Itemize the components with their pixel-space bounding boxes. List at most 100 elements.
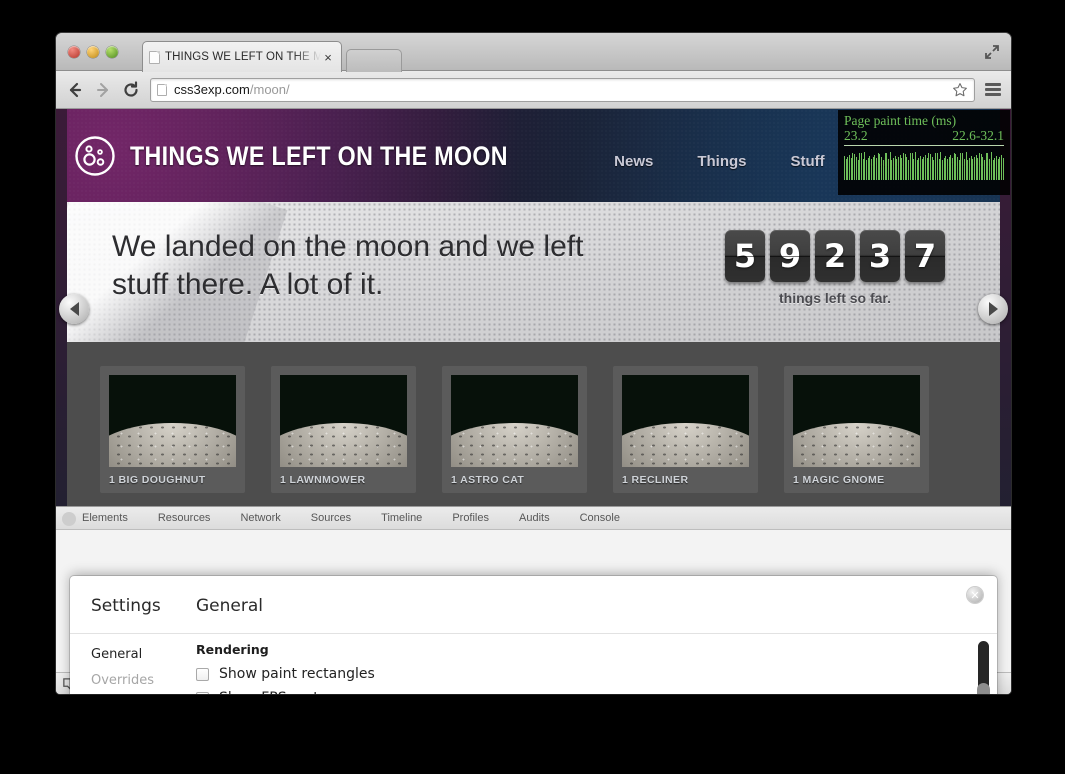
address-bar-url: css3exp.com/moon/ <box>174 82 290 97</box>
paint-graph-bar <box>1002 158 1004 180</box>
paint-graph-bar <box>995 156 997 180</box>
settings-panel-title: General <box>196 596 263 616</box>
paint-graph-bar <box>869 156 870 180</box>
paint-graph-bar <box>847 157 849 180</box>
counter-digit-1: 9 <box>770 230 810 282</box>
checkbox-show-fps-meter[interactable] <box>196 691 209 694</box>
paint-graph-bar <box>908 160 909 180</box>
carousel-card[interactable]: 1 RECLINER <box>613 366 758 493</box>
hero-banner: We landed on the moon and we left stuff … <box>67 202 1000 342</box>
paint-graph-bar <box>891 160 892 180</box>
carousel-prev-button[interactable] <box>59 294 89 324</box>
browser-menu-button[interactable] <box>985 83 1001 96</box>
paint-widget-title: Page paint time (ms) <box>844 113 957 128</box>
paint-graph-bar <box>992 160 994 180</box>
checkbox-show-paint-rectangles[interactable] <box>196 667 209 681</box>
things-counter: 59237 things left so far. <box>725 230 945 306</box>
close-icon[interactable]: × <box>321 51 335 64</box>
nav-item-news[interactable]: News <box>614 153 653 170</box>
paint-graph-bar <box>938 159 940 180</box>
paint-graph-bar <box>906 157 908 180</box>
paint-graph-bar <box>919 156 921 180</box>
scrollbar-grip[interactable] <box>977 683 990 694</box>
paint-graph-bar <box>935 153 936 180</box>
settings-header: Settings General ✕ <box>70 576 997 633</box>
paint-graph-bar <box>953 153 955 180</box>
paint-graph-bar <box>958 160 960 180</box>
devtools-dock-button[interactable] <box>62 512 76 526</box>
carousel-card[interactable]: 1 MAGIC GNOME <box>784 366 929 493</box>
devtools-tab[interactable]: Sources <box>311 512 351 524</box>
devtools-tab[interactable]: Resources <box>158 512 211 524</box>
paint-graph-bar <box>887 159 889 180</box>
paint-graph-bar <box>946 159 948 180</box>
paint-graph-bar <box>904 154 906 180</box>
paint-graph-bar <box>933 160 935 180</box>
address-bar[interactable]: css3exp.com/moon/ <box>150 77 975 102</box>
counter-digit-2: 2 <box>815 230 855 282</box>
paint-widget-current: 23.2 <box>844 128 868 143</box>
paint-graph-bar <box>984 160 985 180</box>
close-icon[interactable]: ✕ <box>967 587 983 603</box>
close-window-button[interactable] <box>68 46 80 58</box>
devtools-tab[interactable]: Profiles <box>452 512 489 524</box>
paint-graph-bar <box>950 155 951 180</box>
devtools-tab[interactable]: Network <box>240 512 280 524</box>
paint-graph-bar <box>854 154 855 180</box>
paint-time-graph <box>844 150 1004 180</box>
new-tab-button[interactable] <box>346 49 402 72</box>
option-show-fps-meter[interactable]: Show FPS meter <box>196 690 963 694</box>
page-paint-time-widget: Page paint time (ms) 23.2 22.6-32.1 <box>838 110 1010 195</box>
paint-graph-bar <box>860 153 862 180</box>
paint-graph-bar <box>987 153 989 180</box>
settings-content: Rendering Show paint rectangles Show FPS… <box>196 642 963 694</box>
paint-graph-bar <box>970 156 972 180</box>
carousel-next-button[interactable] <box>978 294 1008 324</box>
forward-button[interactable] <box>94 81 112 99</box>
paint-graph-bar <box>913 159 914 180</box>
fullscreen-icon[interactable] <box>983 43 1001 61</box>
carousel-card[interactable]: 1 ASTRO CAT <box>442 366 587 493</box>
paint-graph-bar <box>990 152 992 180</box>
paint-graph-bar <box>931 157 933 180</box>
back-button[interactable] <box>66 81 84 99</box>
paint-graph-bar <box>952 158 953 180</box>
option-show-paint-rectangles[interactable]: Show paint rectangles <box>196 666 963 682</box>
paint-graph-bar <box>921 159 923 180</box>
nav-item-stuff[interactable]: Stuff <box>791 153 825 170</box>
carousel-card[interactable]: 1 BIG DOUGHNUT <box>100 366 245 493</box>
reload-button[interactable] <box>122 80 140 99</box>
bookmark-star-icon[interactable] <box>952 82 968 98</box>
devtools-tab[interactable]: Audits <box>519 512 550 524</box>
browser-tabstrip: THINGS WE LEFT ON THE M × <box>56 33 1011 72</box>
devtools-tab[interactable]: Elements <box>82 512 128 524</box>
paint-graph-bar <box>972 159 973 180</box>
paint-graph-bar <box>940 152 941 180</box>
maximize-window-button[interactable] <box>106 46 118 58</box>
settings-tab-overrides[interactable]: Overrides <box>91 668 187 694</box>
url-path: /moon/ <box>249 82 290 97</box>
paint-graph-bar <box>930 154 931 180</box>
moon-surface <box>793 423 920 467</box>
paint-graph-bar <box>979 153 980 180</box>
devtools-tab[interactable]: Console <box>580 512 620 524</box>
paint-graph-bar <box>957 157 958 180</box>
option-label: Show paint rectangles <box>219 666 375 682</box>
moon-surface <box>451 423 578 467</box>
window-traffic-lights <box>68 46 118 58</box>
paint-widget-range: 22.6-32.1 <box>952 128 1004 143</box>
browser-tab-active[interactable]: THINGS WE LEFT ON THE M × <box>142 41 342 72</box>
counter-digit-group: 59237 <box>725 230 945 282</box>
page-favicon-icon <box>149 50 160 64</box>
carousel-card[interactable]: 1 LAWNMOWER <box>271 366 416 493</box>
nav-item-things[interactable]: Things <box>697 153 746 170</box>
paint-graph-bar <box>943 158 945 180</box>
settings-tab-general[interactable]: General <box>91 642 187 668</box>
site-brand[interactable]: THINGS WE LEFT ON THE MOON <box>74 135 569 177</box>
paint-graph-bar <box>967 160 968 180</box>
devtools-tab[interactable]: Timeline <box>381 512 422 524</box>
settings-scrollbar[interactable] <box>977 641 990 694</box>
minimize-window-button[interactable] <box>87 46 99 58</box>
paint-graph-bar <box>892 158 894 180</box>
card-thumbnail <box>280 375 407 467</box>
